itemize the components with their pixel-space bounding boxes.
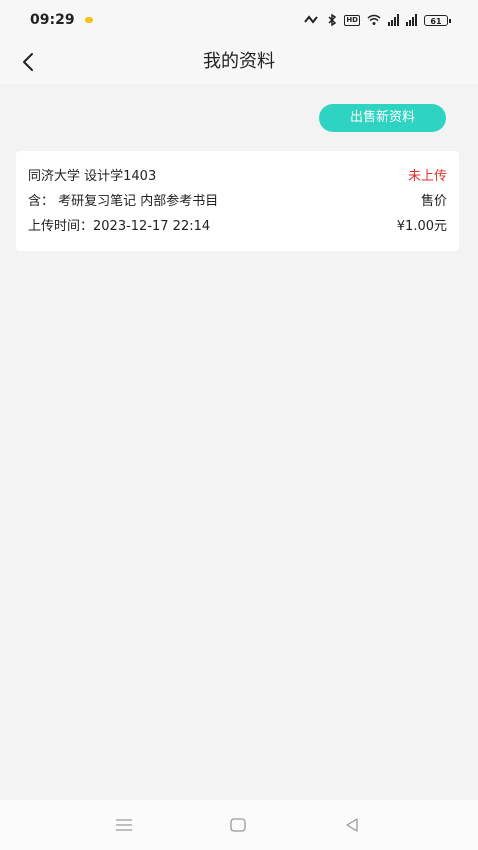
status-bar: 09:29 HD 61 xyxy=(0,0,478,40)
status-left: 09:29 xyxy=(30,12,93,28)
triangle-left-icon xyxy=(346,818,358,832)
menu-button[interactable] xyxy=(112,813,136,837)
status-icons: HD 61 xyxy=(304,14,451,26)
nfc-icon xyxy=(304,15,319,24)
system-back-button[interactable] xyxy=(340,813,364,837)
status-time: 09:29 xyxy=(30,12,75,28)
card-row-contents: 含： 考研复习笔记 内部参考书目 售价 xyxy=(28,190,447,209)
upload-time: 上传时间：2023-12-17 22:14 xyxy=(28,219,211,234)
material-card[interactable]: 同济大学 设计学1403 未上传 含： 考研复习笔记 内部参考书目 售价 上传时… xyxy=(16,151,459,251)
card-row-upload: 上传时间：2023-12-17 22:14 ¥1.00元 xyxy=(28,215,447,234)
material-name: 同济大学 设计学1403 xyxy=(28,169,157,184)
hd-icon: HD xyxy=(344,14,360,26)
menu-icon xyxy=(116,819,132,831)
bluetooth-icon xyxy=(328,14,337,26)
home-icon xyxy=(230,818,246,832)
notification-dot-icon xyxy=(84,17,93,23)
sell-new-material-button[interactable]: 出售新资料 xyxy=(319,104,446,132)
signal-icon xyxy=(388,14,399,26)
card-row-title: 同济大学 设计学1403 未上传 xyxy=(28,165,447,184)
battery-icon: 61 xyxy=(424,14,451,26)
price-value: ¥1.00元 xyxy=(396,219,447,234)
home-button[interactable] xyxy=(226,813,250,837)
price-label: 售价 xyxy=(420,194,447,209)
wifi-icon xyxy=(367,14,381,25)
page-title: 我的资料 xyxy=(203,51,275,72)
material-contents: 含： 考研复习笔记 内部参考书目 xyxy=(28,194,219,209)
nav-bar: 我的资料 xyxy=(0,40,478,84)
signal-icon-2 xyxy=(406,14,417,26)
system-navigation-bar xyxy=(0,800,478,850)
status-badge: 未上传 xyxy=(407,169,447,184)
